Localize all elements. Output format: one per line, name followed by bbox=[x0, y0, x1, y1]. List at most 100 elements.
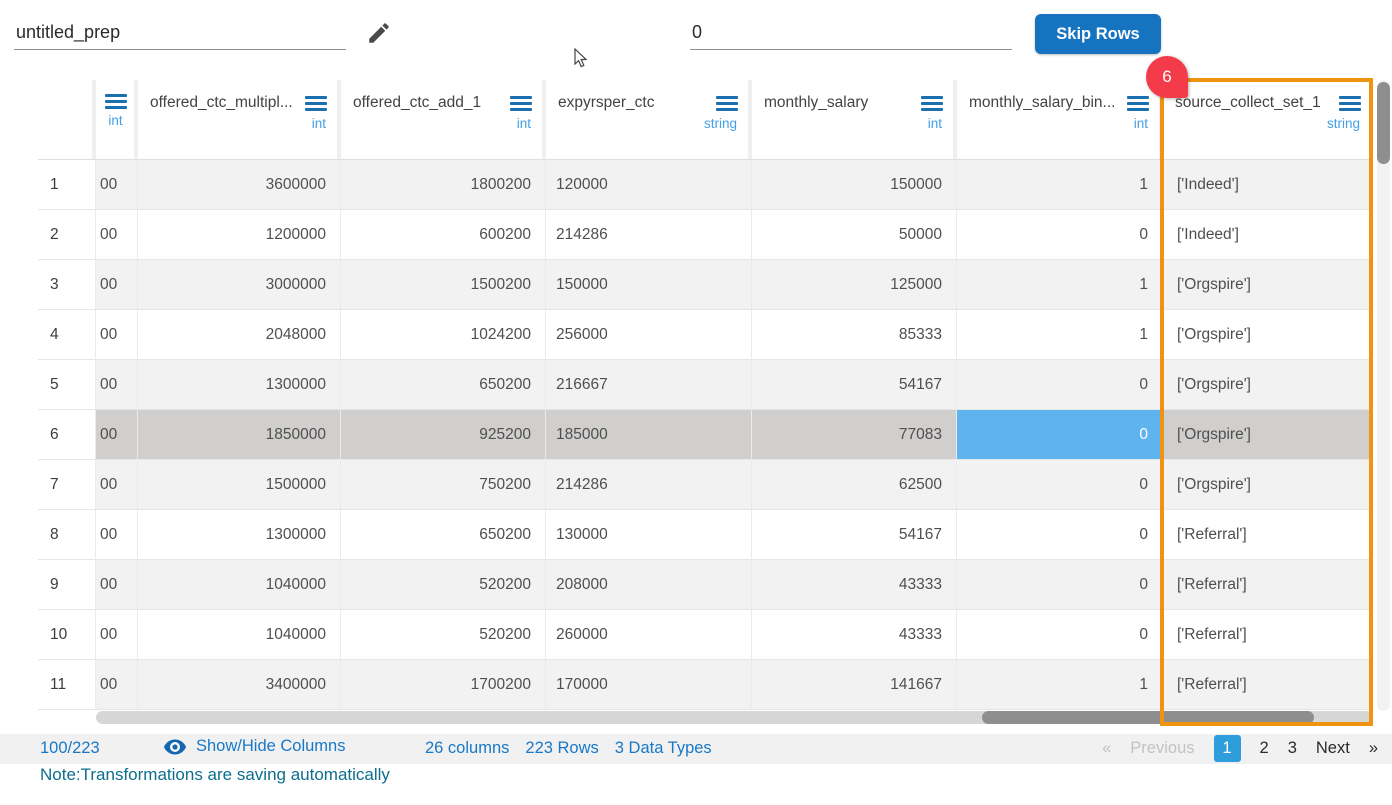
cell-r5-offered_ctc_add_1[interactable]: 650200 bbox=[341, 360, 546, 410]
cell-r11-offered_ctc_add_1[interactable]: 1700200 bbox=[341, 660, 546, 710]
cell-r1-source_collect_set_1[interactable]: ['Indeed'] bbox=[1163, 160, 1371, 210]
cell-r5-expyrsper_ctc[interactable]: 216667 bbox=[546, 360, 752, 410]
cell-r8-monthly_salary[interactable]: 54167 bbox=[752, 510, 957, 560]
cell-r2-source_collect_set_1[interactable]: ['Indeed'] bbox=[1163, 210, 1371, 260]
cell-r10-monthly_salary_bin...[interactable]: 0 bbox=[957, 610, 1163, 660]
cell-r9-offered_ctc_multipl...[interactable]: 1040000 bbox=[138, 560, 341, 610]
page-button-3[interactable]: 3 bbox=[1288, 739, 1297, 758]
cell-r6-col1[interactable]: 00 bbox=[96, 410, 138, 460]
cell-r6-offered_ctc_add_1[interactable]: 925200 bbox=[341, 410, 546, 460]
cell-r10-monthly_salary[interactable]: 43333 bbox=[752, 610, 957, 660]
cell-r1-monthly_salary[interactable]: 150000 bbox=[752, 160, 957, 210]
column-menu-icon[interactable] bbox=[716, 96, 738, 111]
cell-r10-offered_ctc_multipl...[interactable]: 1040000 bbox=[138, 610, 341, 660]
cell-r10-source_collect_set_1[interactable]: ['Referral'] bbox=[1163, 610, 1371, 660]
cell-r4-expyrsper_ctc[interactable]: 256000 bbox=[546, 310, 752, 360]
column-menu-icon[interactable] bbox=[921, 96, 943, 111]
previous-page-button[interactable]: Previous bbox=[1130, 739, 1194, 758]
cell-r4-col1[interactable]: 00 bbox=[96, 310, 138, 360]
cell-r1-offered_ctc_multipl...[interactable]: 3600000 bbox=[138, 160, 341, 210]
cell-r3-offered_ctc_add_1[interactable]: 1500200 bbox=[341, 260, 546, 310]
cell-r11-source_collect_set_1[interactable]: ['Referral'] bbox=[1163, 660, 1371, 710]
cell-r4-monthly_salary[interactable]: 85333 bbox=[752, 310, 957, 360]
previous-arrow-icon[interactable]: « bbox=[1102, 739, 1111, 758]
cell-r6-offered_ctc_multipl...[interactable]: 1850000 bbox=[138, 410, 341, 460]
cell-r4-offered_ctc_add_1[interactable]: 1024200 bbox=[341, 310, 546, 360]
cell-r6-source_collect_set_1[interactable]: ['Orgspire'] bbox=[1163, 410, 1371, 460]
cell-r5-col1[interactable]: 00 bbox=[96, 360, 138, 410]
cell-r6-monthly_salary_bin...[interactable]: 0 bbox=[957, 410, 1163, 460]
cell-r3-monthly_salary_bin...[interactable]: 1 bbox=[957, 260, 1163, 310]
page-button-1[interactable]: 1 bbox=[1214, 735, 1241, 762]
cell-r8-expyrsper_ctc[interactable]: 130000 bbox=[546, 510, 752, 560]
cell-r1-expyrsper_ctc[interactable]: 120000 bbox=[546, 160, 752, 210]
cell-r7-col1[interactable]: 00 bbox=[96, 460, 138, 510]
cell-r7-offered_ctc_add_1[interactable]: 750200 bbox=[341, 460, 546, 510]
skip-rows-button[interactable]: Skip Rows bbox=[1035, 14, 1161, 54]
cell-r3-expyrsper_ctc[interactable]: 150000 bbox=[546, 260, 752, 310]
cell-r8-col1[interactable]: 00 bbox=[96, 510, 138, 560]
page-button-2[interactable]: 2 bbox=[1260, 739, 1269, 758]
next-arrow-icon[interactable]: » bbox=[1369, 739, 1378, 758]
cell-r4-source_collect_set_1[interactable]: ['Orgspire'] bbox=[1163, 310, 1371, 360]
cell-r3-source_collect_set_1[interactable]: ['Orgspire'] bbox=[1163, 260, 1371, 310]
cell-r9-expyrsper_ctc[interactable]: 208000 bbox=[546, 560, 752, 610]
cell-r6-expyrsper_ctc[interactable]: 185000 bbox=[546, 410, 752, 460]
horizontal-scrollbar-thumb[interactable] bbox=[982, 711, 1314, 724]
cell-r2-monthly_salary[interactable]: 50000 bbox=[752, 210, 957, 260]
cell-r6-monthly_salary[interactable]: 77083 bbox=[752, 410, 957, 460]
skip-rows-count-input[interactable] bbox=[690, 16, 1012, 50]
cell-r10-expyrsper_ctc[interactable]: 260000 bbox=[546, 610, 752, 660]
prep-name-input[interactable] bbox=[14, 16, 346, 50]
cell-r2-offered_ctc_multipl...[interactable]: 1200000 bbox=[138, 210, 341, 260]
cell-r7-expyrsper_ctc[interactable]: 214286 bbox=[546, 460, 752, 510]
cell-r7-offered_ctc_multipl...[interactable]: 1500000 bbox=[138, 460, 341, 510]
next-page-button[interactable]: Next bbox=[1316, 739, 1350, 758]
cell-r11-expyrsper_ctc[interactable]: 170000 bbox=[546, 660, 752, 710]
vertical-scrollbar-thumb[interactable] bbox=[1377, 82, 1390, 164]
cell-r3-offered_ctc_multipl...[interactable]: 3000000 bbox=[138, 260, 341, 310]
cell-r5-monthly_salary_bin...[interactable]: 0 bbox=[957, 360, 1163, 410]
cell-r9-col1[interactable]: 00 bbox=[96, 560, 138, 610]
edit-pencil-icon[interactable] bbox=[366, 20, 392, 46]
cell-r5-monthly_salary[interactable]: 54167 bbox=[752, 360, 957, 410]
column-menu-icon[interactable] bbox=[1339, 96, 1361, 111]
cell-r4-offered_ctc_multipl...[interactable]: 2048000 bbox=[138, 310, 341, 360]
cell-r9-monthly_salary[interactable]: 43333 bbox=[752, 560, 957, 610]
column-menu-icon[interactable] bbox=[305, 96, 327, 111]
cell-r2-offered_ctc_add_1[interactable]: 600200 bbox=[341, 210, 546, 260]
cell-r4-monthly_salary_bin...[interactable]: 1 bbox=[957, 310, 1163, 360]
cell-r11-offered_ctc_multipl...[interactable]: 3400000 bbox=[138, 660, 341, 710]
cell-r8-monthly_salary_bin...[interactable]: 0 bbox=[957, 510, 1163, 560]
show-hide-columns-button[interactable]: Show/Hide Columns bbox=[163, 737, 345, 756]
cell-r9-monthly_salary_bin...[interactable]: 0 bbox=[957, 560, 1163, 610]
cell-r1-monthly_salary_bin...[interactable]: 1 bbox=[957, 160, 1163, 210]
cell-r5-source_collect_set_1[interactable]: ['Orgspire'] bbox=[1163, 360, 1371, 410]
cell-r10-col1[interactable]: 00 bbox=[96, 610, 138, 660]
cell-r3-monthly_salary[interactable]: 125000 bbox=[752, 260, 957, 310]
cell-r11-monthly_salary[interactable]: 141667 bbox=[752, 660, 957, 710]
horizontal-scrollbar[interactable] bbox=[96, 711, 1372, 724]
cell-r2-expyrsper_ctc[interactable]: 214286 bbox=[546, 210, 752, 260]
cell-r1-col1[interactable]: 00 bbox=[96, 160, 138, 210]
cell-r2-col1[interactable]: 00 bbox=[96, 210, 138, 260]
cell-r8-offered_ctc_add_1[interactable]: 650200 bbox=[341, 510, 546, 560]
cell-r11-col1[interactable]: 00 bbox=[96, 660, 138, 710]
cell-r10-offered_ctc_add_1[interactable]: 520200 bbox=[341, 610, 546, 660]
cell-r11-monthly_salary_bin...[interactable]: 1 bbox=[957, 660, 1163, 710]
cell-r2-monthly_salary_bin...[interactable]: 0 bbox=[957, 210, 1163, 260]
cell-r8-source_collect_set_1[interactable]: ['Referral'] bbox=[1163, 510, 1371, 560]
cell-r8-offered_ctc_multipl...[interactable]: 1300000 bbox=[138, 510, 341, 560]
cell-r5-offered_ctc_multipl...[interactable]: 1300000 bbox=[138, 360, 341, 410]
column-menu-icon[interactable] bbox=[105, 94, 127, 109]
cell-r1-offered_ctc_add_1[interactable]: 1800200 bbox=[341, 160, 546, 210]
column-menu-icon[interactable] bbox=[510, 96, 532, 111]
column-menu-icon[interactable] bbox=[1127, 96, 1149, 111]
cell-r7-monthly_salary[interactable]: 62500 bbox=[752, 460, 957, 510]
cell-r3-col1[interactable]: 00 bbox=[96, 260, 138, 310]
cell-r7-source_collect_set_1[interactable]: ['Orgspire'] bbox=[1163, 460, 1371, 510]
vertical-scrollbar[interactable] bbox=[1377, 80, 1390, 711]
cell-r9-source_collect_set_1[interactable]: ['Referral'] bbox=[1163, 560, 1371, 610]
cell-r9-offered_ctc_add_1[interactable]: 520200 bbox=[341, 560, 546, 610]
cell-r7-monthly_salary_bin...[interactable]: 0 bbox=[957, 460, 1163, 510]
